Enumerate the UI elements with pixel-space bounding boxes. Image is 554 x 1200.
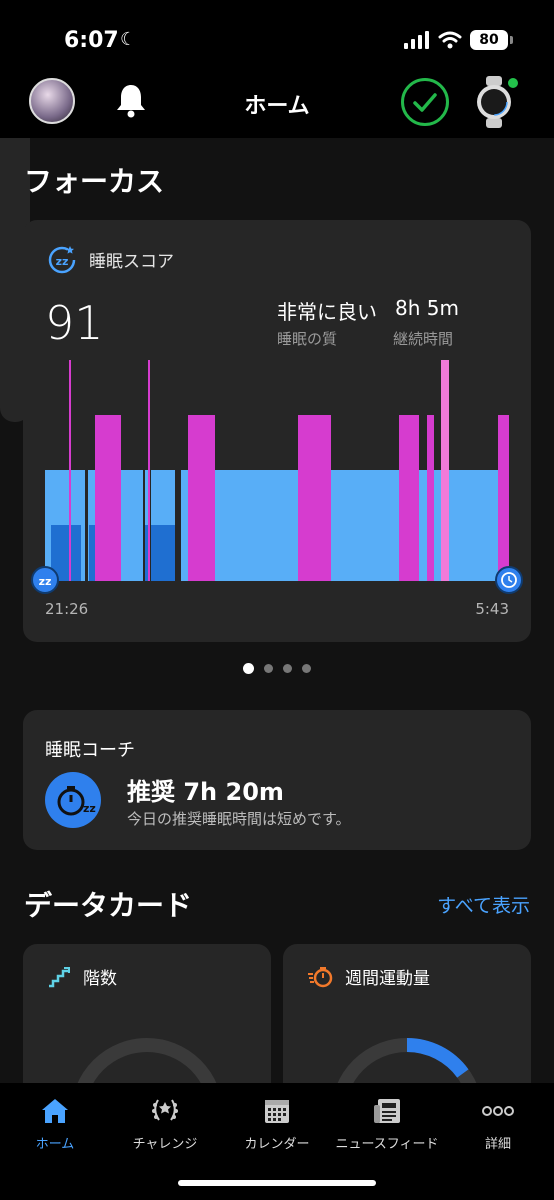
sleep-score-value: 91 bbox=[45, 296, 104, 350]
weekly-activity-card-header: 週間運動量 bbox=[307, 964, 430, 989]
sleep-coach-title: 睡眠コーチ bbox=[45, 740, 135, 761]
nav-home-label: ホーム bbox=[35, 1137, 75, 1152]
check-icon[interactable] bbox=[401, 78, 449, 126]
home-indicator[interactable] bbox=[178, 1180, 376, 1186]
sleep-duration-value: 8h 5m bbox=[395, 296, 459, 320]
rem-sleep-segment bbox=[498, 415, 509, 581]
sleep-score-icon: zz bbox=[48, 246, 76, 274]
laurel-icon bbox=[152, 1099, 178, 1121]
sleep-quality-value: 非常に良い bbox=[277, 300, 377, 324]
nav-newsfeed-label: ニュースフィード bbox=[335, 1137, 439, 1152]
pager-dot[interactable] bbox=[264, 664, 273, 673]
stopwatch-zz-glyph: zz bbox=[57, 786, 96, 816]
deep-sleep-segment bbox=[151, 525, 175, 581]
svg-text:zz: zz bbox=[56, 255, 69, 268]
pager-dot[interactable] bbox=[243, 663, 254, 674]
rem-sleep-segment bbox=[399, 415, 419, 581]
status-icons: 80 bbox=[404, 30, 513, 50]
status-time: 6:07 bbox=[64, 28, 119, 53]
show-all-link[interactable]: すべて表示 bbox=[437, 891, 530, 918]
floors-card-label: 階数 bbox=[83, 969, 117, 989]
rem-sleep-segment bbox=[69, 360, 71, 581]
carousel-pager[interactable] bbox=[0, 663, 554, 674]
sleep-quality-label: 睡眠の質 bbox=[277, 330, 338, 348]
rem-sleep-segment bbox=[95, 415, 121, 581]
home-icon bbox=[42, 1099, 68, 1123]
signal-icon bbox=[404, 31, 429, 49]
stairs-icon bbox=[49, 966, 70, 987]
moon-icon: ☾ bbox=[120, 29, 137, 50]
status-bar: 6:07 ☾ 80 bbox=[0, 0, 554, 70]
stopwatch-icon bbox=[308, 966, 333, 987]
sleep-duration-label: 継続時間 bbox=[393, 330, 454, 348]
nav-calendar-label: カレンダー bbox=[244, 1137, 310, 1152]
rem-sleep-segment bbox=[148, 360, 150, 581]
connected-indicator bbox=[508, 78, 518, 88]
sleep-coach-card[interactable]: 睡眠コーチ zz 推奨 7h 20m 今日の推奨睡眠時間は短めです。 bbox=[23, 710, 531, 850]
sleep-score-card[interactable]: zz 睡眠スコア 91 非常に良い 8h 5m 睡眠の質 継続時間 zz 21:… bbox=[23, 220, 531, 642]
sleep-coach-recommendation: 推奨 7h 20m bbox=[127, 778, 284, 806]
rem-sleep-segment bbox=[427, 415, 434, 581]
rem-sleep-segment bbox=[188, 415, 215, 581]
nav-newsfeed[interactable]: ニュースフィード bbox=[332, 1095, 442, 1152]
sleep-coach-message: 今日の推奨睡眠時間は短めです。 bbox=[127, 810, 351, 828]
pager-dot[interactable] bbox=[302, 664, 311, 673]
sleep-gap bbox=[175, 470, 181, 581]
nav-challenge-label: チャレンジ bbox=[132, 1137, 198, 1152]
rem-sleep-segment bbox=[298, 415, 331, 581]
sleep-card-label: 睡眠スコア bbox=[89, 251, 174, 272]
sleep-start-marker: zz bbox=[31, 566, 59, 594]
more-icon bbox=[482, 1106, 514, 1116]
sleep-start-time: 21:26 bbox=[45, 600, 89, 618]
sleep-gap bbox=[143, 470, 145, 581]
sleep-end-time: 5:43 bbox=[475, 600, 509, 618]
data-cards-title: データカード bbox=[24, 889, 193, 922]
sleep-gap bbox=[85, 470, 88, 581]
app-header: ホーム bbox=[0, 70, 554, 138]
svg-text:zz: zz bbox=[39, 575, 52, 588]
nav-more-label: 詳細 bbox=[484, 1137, 511, 1152]
wake-time-marker bbox=[495, 566, 523, 594]
battery-indicator: 80 bbox=[470, 30, 513, 50]
calendar-icon bbox=[265, 1100, 289, 1123]
page-title: ホーム bbox=[244, 94, 310, 119]
weekly-activity-card-label: 週間運動量 bbox=[345, 969, 430, 989]
nav-calendar[interactable]: カレンダー bbox=[222, 1095, 332, 1152]
focus-title: フォーカス bbox=[24, 165, 165, 198]
sleep-stage-chart: zz bbox=[31, 360, 523, 594]
wifi-icon bbox=[438, 31, 462, 49]
watch-device-icon[interactable] bbox=[474, 76, 518, 128]
pager-dot[interactable] bbox=[283, 664, 292, 673]
sleep-card-header: zz 睡眠スコア bbox=[47, 244, 174, 274]
nav-more[interactable]: 詳細 bbox=[443, 1095, 553, 1152]
newsfeed-icon bbox=[374, 1099, 400, 1123]
awake-segment bbox=[441, 360, 449, 581]
nav-challenge[interactable]: チャレンジ bbox=[110, 1095, 220, 1152]
nav-home[interactable]: ホーム bbox=[0, 1095, 110, 1152]
floors-card-header: 階数 bbox=[47, 964, 117, 989]
svg-text:zz: zz bbox=[83, 802, 96, 815]
sleep-coach-icon: zz bbox=[45, 772, 101, 828]
checkmark-glyph bbox=[413, 93, 437, 112]
